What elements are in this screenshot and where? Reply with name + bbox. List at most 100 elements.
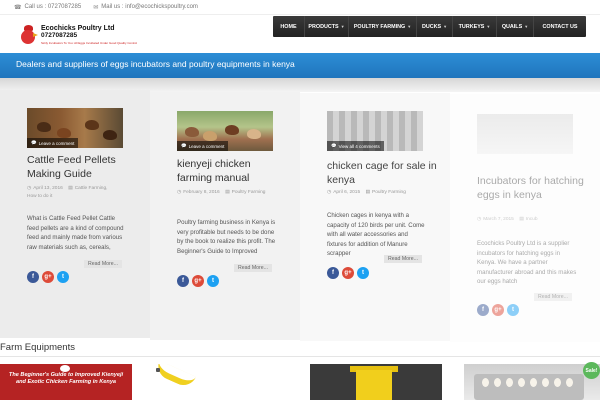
incubator-tray xyxy=(474,374,584,400)
chevron-down-icon: ▼ xyxy=(443,24,448,29)
logo-tagline: Sicily Incubators To You: All Eggs Incub… xyxy=(41,40,138,45)
post-meta: ◷ February 8, 2016 ▤ Poultry Farming xyxy=(177,189,287,197)
post-excerpt: Chicken cages in kenya with a capacity o… xyxy=(327,212,425,257)
product-feeder[interactable] xyxy=(155,364,287,400)
post-title[interactable]: Cattle Feed Pellets Making Guide xyxy=(27,153,137,181)
section-divider xyxy=(0,356,600,357)
facebook-share-button[interactable]: f xyxy=(177,275,189,287)
post-excerpt: What is Cattle Feed Pellet Cattle feed p… xyxy=(27,215,124,251)
post-date: March 7, 2015 xyxy=(483,217,514,222)
twitter-share-button[interactable]: t xyxy=(507,304,519,316)
post-title[interactable]: kienyeji chicken farming manual xyxy=(177,157,287,185)
post-card: 💬 View all 4 comments chicken cage for s… xyxy=(300,93,450,341)
comment-link[interactable]: 💬 Leave a comment xyxy=(177,141,229,151)
read-more-button[interactable]: Read More... xyxy=(534,293,572,301)
machine-body xyxy=(356,370,392,400)
folder-icon: ▤ xyxy=(365,190,371,195)
product-incubator[interactable] xyxy=(464,364,600,400)
post-thumbnail[interactable]: 💬 Leave a comment xyxy=(177,111,273,151)
post-date: February 8, 2016 xyxy=(183,190,220,195)
share-buttons: f g+ t xyxy=(327,267,372,279)
read-more-button[interactable]: Read More... xyxy=(234,264,272,272)
facebook-share-button[interactable]: f xyxy=(327,267,339,279)
post-title[interactable]: Incubators for hatching eggs in kenya xyxy=(477,174,587,202)
share-buttons: f g+ t xyxy=(27,271,72,283)
share-buttons: f g+ t xyxy=(477,304,522,316)
nav-products[interactable]: PRODUCTS ▼ xyxy=(305,16,349,37)
post-title[interactable]: chicken cage for sale in kenya xyxy=(327,159,437,187)
post-date: April 13, 2016 xyxy=(33,186,63,191)
comment-link[interactable]: 💬 Leave a comment xyxy=(27,138,79,148)
call-info[interactable]: ☎ Call us : 0727087285 xyxy=(14,4,81,11)
product-pellet-machine[interactable] xyxy=(310,364,442,400)
section-title: Farm Equipments xyxy=(0,342,75,353)
mail-text: Mail us : info@ecochickspoultry.com xyxy=(101,4,198,10)
share-buttons: f g+ t xyxy=(177,275,222,287)
folder-icon: ▤ xyxy=(519,217,524,222)
tagline-banner: Dealers and suppliers of eggs incubators… xyxy=(0,53,600,78)
post-excerpt: Ecochicks Poultry Ltd is a supplier incu… xyxy=(477,240,577,285)
google-plus-share-button[interactable]: g+ xyxy=(342,267,354,279)
google-plus-share-button[interactable]: g+ xyxy=(192,275,204,287)
post-category[interactable]: Cattle Farming, xyxy=(75,186,108,191)
chevron-down-icon: ▼ xyxy=(486,24,491,29)
clock-icon: ◷ xyxy=(177,190,182,195)
post-category[interactable]: Poultry Farming xyxy=(232,190,266,195)
clock-icon: ◷ xyxy=(27,186,32,191)
post-card: 💬 Leave a comment Cattle Feed Pellets Ma… xyxy=(0,90,150,338)
banner-text: Dealers and suppliers of eggs incubators… xyxy=(16,59,295,69)
site-logo[interactable]: Ecochicks Poultry Ltd 0727087285 Sicily … xyxy=(18,21,138,49)
logo-phone: 0727087285 xyxy=(41,32,78,40)
phone-icon: ☎ xyxy=(14,4,22,11)
feeder-tip xyxy=(156,368,160,372)
post-thumbnail[interactable] xyxy=(477,114,573,154)
nav-quails[interactable]: QUAILS ▼ xyxy=(497,16,534,37)
post-thumbnail[interactable]: 💬 Leave a comment xyxy=(27,108,123,148)
rooster-logo-icon xyxy=(18,24,38,46)
post-card: Incubators for hatching eggs in kenya ◷ M… xyxy=(450,94,600,342)
nav-ducks[interactable]: DUCKS ▼ xyxy=(417,16,453,37)
nav-contact-us[interactable]: CONTACT US xyxy=(534,16,586,37)
twitter-share-button[interactable]: t xyxy=(57,271,69,283)
mail-icon: ✉ xyxy=(93,4,99,11)
call-text: Call us : 0727087285 xyxy=(24,4,82,10)
facebook-share-button[interactable]: f xyxy=(477,304,489,316)
nav-home[interactable]: HOME xyxy=(273,16,305,37)
chevron-down-icon: ▼ xyxy=(340,24,345,29)
nav-poultry-farming[interactable]: POULTRY FARMING ▼ xyxy=(349,16,417,37)
read-more-button[interactable]: Read More... xyxy=(384,255,422,263)
nav-turkeys[interactable]: TURKEYS ▼ xyxy=(453,16,497,37)
post-thumbnail[interactable]: 💬 View all 4 comments xyxy=(327,111,423,151)
logo-name: Ecochicks Poultry Ltd xyxy=(41,25,115,33)
comment-icon: 💬 xyxy=(31,140,37,145)
post-excerpt: Poultry farming business in Kenya is ver… xyxy=(177,219,276,255)
comment-icon: 💬 xyxy=(331,143,337,148)
site-header: Ecochicks Poultry Ltd 0727087285 Sicily … xyxy=(0,15,600,53)
book-cover-text: The Beginner's Guide to Improved Kienyej… xyxy=(8,372,124,385)
google-plus-share-button[interactable]: g+ xyxy=(42,271,54,283)
posts-carousel: 💬 Leave a comment Cattle Feed Pellets Ma… xyxy=(0,90,600,342)
clock-icon: ◷ xyxy=(327,190,332,195)
sale-badge: Sale! xyxy=(583,362,600,379)
read-more-button[interactable]: Read More... xyxy=(84,260,122,268)
chevron-down-icon: ▼ xyxy=(407,24,412,29)
folder-icon: ▤ xyxy=(225,190,230,195)
twitter-share-button[interactable]: t xyxy=(357,267,369,279)
google-plus-share-button[interactable]: g+ xyxy=(492,304,504,316)
post-category[interactable]: Poultry Farming xyxy=(372,190,406,195)
book-logo-icon xyxy=(60,365,70,372)
feeder-image xyxy=(155,364,197,390)
post-category[interactable]: Incub xyxy=(526,217,538,222)
post-meta: ◷ April 6, 2015 ▤ Poultry Farming xyxy=(327,189,437,197)
comment-link[interactable]: 💬 View all 4 comments xyxy=(327,141,384,151)
post-category-secondary[interactable]: How to do it xyxy=(27,194,52,199)
product-book[interactable]: The Beginner's Guide to Improved Kienyej… xyxy=(0,364,132,400)
post-date: April 6, 2015 xyxy=(333,190,361,195)
post-meta: ◷ April 13, 2016 ▤ Cattle Farming, How to … xyxy=(27,185,137,201)
top-contact-bar: ☎ Call us : 0727087285 ✉ Mail us : info@… xyxy=(0,0,600,15)
mail-info[interactable]: ✉ Mail us : info@ecochickspoultry.com xyxy=(93,4,198,11)
twitter-share-button[interactable]: t xyxy=(207,275,219,287)
clock-icon: ◷ xyxy=(477,217,482,222)
facebook-share-button[interactable]: f xyxy=(27,271,39,283)
folder-icon: ▤ xyxy=(68,186,73,191)
